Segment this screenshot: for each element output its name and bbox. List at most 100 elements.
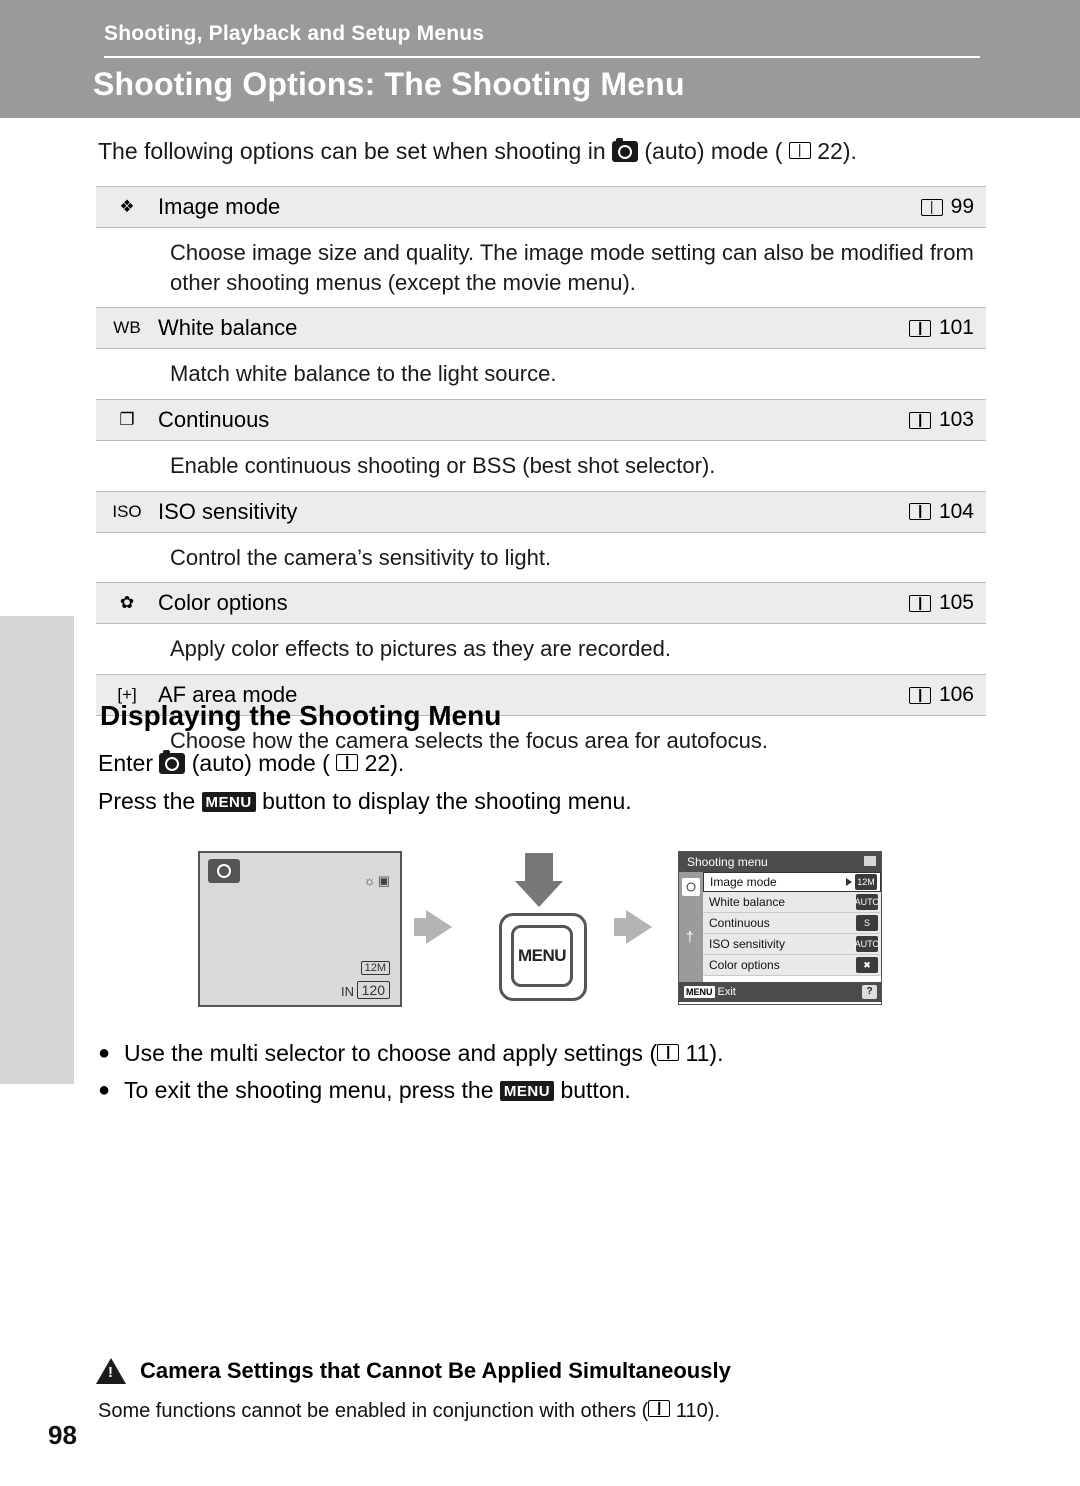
option-page-number: 103 <box>938 408 974 432</box>
figure-camera-lcd: ☼▣ 12M IN 120 <box>198 851 402 1007</box>
shooting-menu-option-table: ❖ Image mode 99 Choose image size and qu… <box>96 186 986 766</box>
book-icon <box>908 411 931 429</box>
menu-screen-title: Shooting menu <box>687 855 768 869</box>
note-text-after: ). <box>707 1400 721 1422</box>
bullet-text-after: button. <box>560 1077 631 1103</box>
section-heading: Displaying the Shooting Menu <box>100 700 502 731</box>
setup-tab-icon[interactable]: † <box>686 928 694 944</box>
page-number: 98 <box>48 1420 77 1450</box>
menu-screen-tab-rail: † <box>679 872 703 982</box>
menu-item-label: ISO sensitivity <box>709 937 786 951</box>
iso-sensitivity-icon: ISO <box>112 501 142 521</box>
book-icon <box>648 1400 671 1417</box>
menu-key-icon: MENU <box>684 986 715 998</box>
flash-and-macro-icons: ☼▣ <box>363 873 392 888</box>
chevron-right-icon <box>846 878 852 886</box>
menu-item-continuous[interactable]: Continuous S <box>703 913 881 934</box>
page-title: Shooting Options: The Shooting Menu <box>93 66 685 102</box>
flow-arrow-stem-1 <box>414 918 426 936</box>
side-tab: Shooting, Playback and Setup Menus <box>0 616 74 1056</box>
option-page-number: 106 <box>938 683 974 707</box>
menu-screen-footer: MENU Exit ? <box>679 982 881 1002</box>
option-description: Enable continuous shooting or BSS (best … <box>170 453 716 479</box>
note-heading-text: Camera Settings that Cannot Be Applied S… <box>140 1358 731 1383</box>
menu-item-white-balance[interactable]: White balance AUTO <box>703 892 881 913</box>
bullet-text: To exit the shooting menu, press the MEN… <box>124 1077 631 1104</box>
table-row[interactable]: ❖ Image mode 99 <box>96 186 986 228</box>
option-label: Continuous <box>158 407 270 433</box>
press-menu-line: Press the MENU button to display the sho… <box>98 788 632 815</box>
menu-item-label: White balance <box>709 895 786 909</box>
header-divider <box>104 56 980 58</box>
table-row[interactable]: ISO ISO sensitivity 104 <box>96 490 986 533</box>
option-page-ref: 103 <box>908 408 986 432</box>
flow-arrow-stem-2 <box>614 918 626 936</box>
down-arrow-head-icon <box>515 881 563 907</box>
book-icon <box>908 319 931 337</box>
menu-item-image-mode[interactable]: Image mode 12M <box>703 872 881 892</box>
intro-paragraph: The following options can be set when sh… <box>98 138 988 165</box>
flow-arrow-head-2 <box>626 910 652 944</box>
image-mode-icon: ❖ <box>119 197 135 216</box>
menu-item-color-options[interactable]: Color options ✖ <box>703 955 881 976</box>
menu-item-label: Color options <box>709 958 780 972</box>
option-page-ref: 104 <box>908 499 986 524</box>
menu-item-iso-sensitivity[interactable]: ISO sensitivity AUTO <box>703 934 881 955</box>
bullet-page-ref: 11 <box>685 1040 710 1066</box>
table-row[interactable]: ❐ Continuous 103 <box>96 399 986 442</box>
memory-badge: IN <box>341 984 354 999</box>
enter-text-after: (auto) mode ( <box>191 750 330 776</box>
help-icon[interactable]: ? <box>862 985 877 999</box>
figure-shooting-menu-screen: Shooting menu † Image mode 12M White bal… <box>678 851 882 1005</box>
intro-text-before: The following options can be set when sh… <box>98 138 606 164</box>
shooting-tab-icon[interactable] <box>682 878 700 896</box>
press-text-before: Press the <box>98 788 196 814</box>
book-icon <box>908 594 931 612</box>
table-row[interactable]: WB White balance 101 <box>96 307 986 350</box>
option-page-number: 99 <box>950 195 974 218</box>
option-description: Apply color effects to pictures as they … <box>170 636 671 662</box>
option-page-number: 104 <box>938 499 974 523</box>
scrollbar-thumb[interactable] <box>864 856 876 866</box>
option-page-number: 105 <box>938 591 974 615</box>
figure-menu-button: MENU <box>485 851 595 1003</box>
menu-button-outline[interactable]: MENU <box>499 913 587 1001</box>
record-camera-icon <box>208 859 240 883</box>
intro-text-after: (auto) mode ( <box>644 138 783 164</box>
color-options-icon: ✿ <box>119 593 135 613</box>
camera-auto-icon <box>612 138 638 162</box>
book-icon <box>657 1044 680 1061</box>
enter-page-ref: 22 <box>364 750 391 776</box>
menu-button-label: MENU <box>511 925 573 987</box>
menu-item-value: AUTO <box>855 894 879 910</box>
table-row[interactable]: ✿ Color options 105 <box>96 582 986 625</box>
page-header-band: Shooting, Playback and Setup Menus Shoot… <box>0 0 1080 118</box>
enter-auto-mode-line: Enter (auto) mode ( 22). <box>98 750 404 777</box>
press-text-after: button to display the shooting menu. <box>262 788 632 814</box>
bullet-text-before: To exit the shooting menu, press the <box>124 1077 494 1103</box>
bullet-list: ● Use the multi selector to choose and a… <box>98 1040 988 1114</box>
option-description: Control the camera’s sensitivity to ligh… <box>170 544 552 570</box>
option-label: White balance <box>158 315 298 341</box>
menu-screen-items: Image mode 12M White balance AUTO Contin… <box>703 872 881 976</box>
book-icon <box>908 686 931 704</box>
intro-text-close: ). <box>842 138 857 164</box>
warning-icon <box>96 1358 126 1384</box>
bullet-dot: ● <box>98 1079 111 1101</box>
option-page-ref: 99 <box>920 195 986 219</box>
option-page-ref: 105 <box>908 591 986 615</box>
bullet-text-before: Use the multi selector to choose and app… <box>124 1040 658 1066</box>
menu-item-value: AUTO <box>855 936 879 952</box>
option-page-number: 101 <box>938 316 974 340</box>
menu-item-value: 12M <box>855 874 877 890</box>
note-text-before: Some functions cannot be enabled in conj… <box>98 1400 649 1422</box>
bullet-text: Use the multi selector to choose and app… <box>124 1040 723 1067</box>
camera-auto-icon <box>159 750 186 774</box>
note-heading: Camera Settings that Cannot Be Applied S… <box>96 1358 731 1384</box>
book-icon <box>788 142 811 159</box>
menu-item-label: Image mode <box>710 875 777 889</box>
bullet-dot: ● <box>98 1042 111 1064</box>
menu-item-value: S <box>856 915 878 931</box>
note-page-ref: 110 <box>675 1400 708 1422</box>
menu-button-icon: MENU <box>499 1081 555 1101</box>
